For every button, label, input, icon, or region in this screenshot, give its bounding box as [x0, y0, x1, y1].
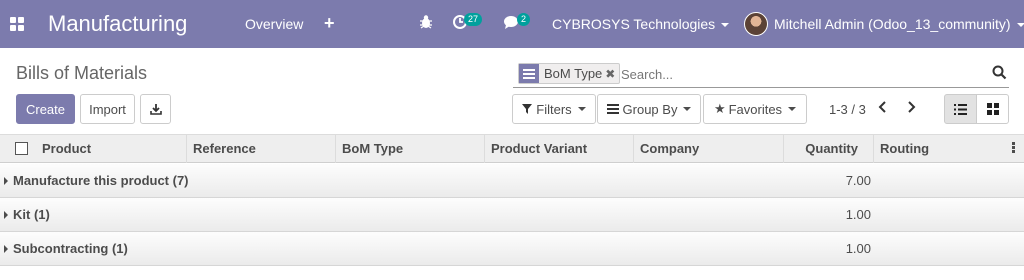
caret-right-icon — [4, 177, 8, 185]
group-row[interactable]: Manufacture this product (7) 7.00 — [0, 164, 1024, 198]
menu-overview[interactable]: Overview — [245, 16, 303, 32]
search-bar: BoM Type ✖ — [513, 60, 1009, 88]
filters-button[interactable]: Filters — [512, 94, 596, 124]
kanban-view-icon — [986, 103, 999, 115]
group-row[interactable]: Subcontracting (1) 1.00 — [0, 232, 1024, 266]
download-button[interactable] — [140, 94, 171, 124]
filter-icon — [522, 104, 533, 114]
favorites-button[interactable]: ★ Favorites — [703, 94, 807, 124]
search-icon[interactable] — [992, 65, 1007, 83]
pager-value[interactable]: 1-3 / 3 — [829, 102, 866, 117]
download-icon — [149, 104, 162, 115]
column-header-reference[interactable]: Reference — [186, 135, 336, 163]
import-button[interactable]: Import — [80, 94, 135, 124]
chevron-down-icon — [683, 107, 692, 111]
search-input[interactable] — [621, 65, 981, 83]
column-header-product-variant[interactable]: Product Variant — [484, 135, 634, 163]
close-icon[interactable]: ✖ — [605, 67, 619, 81]
star-icon: ★ — [713, 101, 726, 116]
search-facet: BoM Type ✖ — [518, 63, 621, 84]
column-header-routing[interactable]: Routing — [873, 135, 1013, 163]
chevron-down-icon — [788, 107, 797, 111]
chevron-left-icon[interactable] — [878, 101, 888, 116]
kanban-view-button[interactable] — [976, 94, 1009, 124]
column-header-company[interactable]: Company — [633, 135, 783, 163]
chevron-down-icon — [1016, 23, 1024, 28]
groupby-label: Group By — [622, 101, 678, 117]
column-header-bom-type[interactable]: BoM Type — [335, 135, 485, 163]
app-title[interactable]: Manufacturing — [48, 11, 187, 37]
caret-right-icon — [4, 245, 8, 253]
bug-icon[interactable] — [419, 14, 433, 33]
group-label: Kit (1) — [13, 207, 50, 222]
select-all-checkbox[interactable] — [15, 142, 28, 155]
column-header-quantity[interactable]: Quantity — [783, 135, 874, 163]
company-name: CYBROSYS Technologies — [552, 16, 716, 32]
column-header-product[interactable]: Product — [36, 135, 186, 163]
user-name: Mitchell Admin (Odoo_13_community) — [774, 16, 1011, 32]
user-menu[interactable]: Mitchell Admin (Odoo_13_community) — [774, 16, 1024, 32]
group-quantity: 1.00 — [845, 241, 871, 256]
chevron-down-icon — [721, 23, 730, 28]
group-quantity: 1.00 — [845, 207, 871, 222]
list-view-button[interactable] — [944, 94, 977, 124]
list-icon — [606, 104, 619, 114]
chevron-down-icon — [577, 107, 586, 111]
groupby-button[interactable]: Group By — [597, 94, 701, 124]
create-button[interactable]: Create — [16, 94, 75, 124]
activity-count-badge: 27 — [464, 13, 483, 26]
message-count-badge: 2 — [517, 13, 531, 26]
caret-right-icon — [4, 211, 8, 219]
facet-label: BoM Type — [544, 66, 603, 81]
favorites-label: Favorites — [728, 101, 783, 117]
breadcrumb: Bills of Materials — [16, 63, 148, 83]
table-header: Product Reference BoM Type Product Varia… — [0, 134, 1024, 163]
company-switcher[interactable]: CYBROSYS Technologies — [552, 16, 730, 32]
list-icon — [519, 64, 539, 83]
list-view-icon — [954, 103, 967, 115]
group-row[interactable]: Kit (1) 1.00 — [0, 198, 1024, 232]
top-navbar: Manufacturing Overview + 27 2 CYBROSYS T… — [0, 0, 1024, 48]
avatar[interactable] — [744, 12, 768, 36]
plus-icon[interactable]: + — [324, 13, 335, 34]
apps-menu-icon[interactable] — [10, 17, 24, 31]
group-label: Manufacture this product (7) — [13, 173, 189, 188]
filters-label: Filters — [536, 101, 572, 117]
column-options-icon[interactable] — [1012, 142, 1018, 154]
group-quantity: 7.00 — [845, 173, 871, 188]
group-label: Subcontracting (1) — [13, 241, 128, 256]
chevron-right-icon[interactable] — [906, 101, 916, 116]
